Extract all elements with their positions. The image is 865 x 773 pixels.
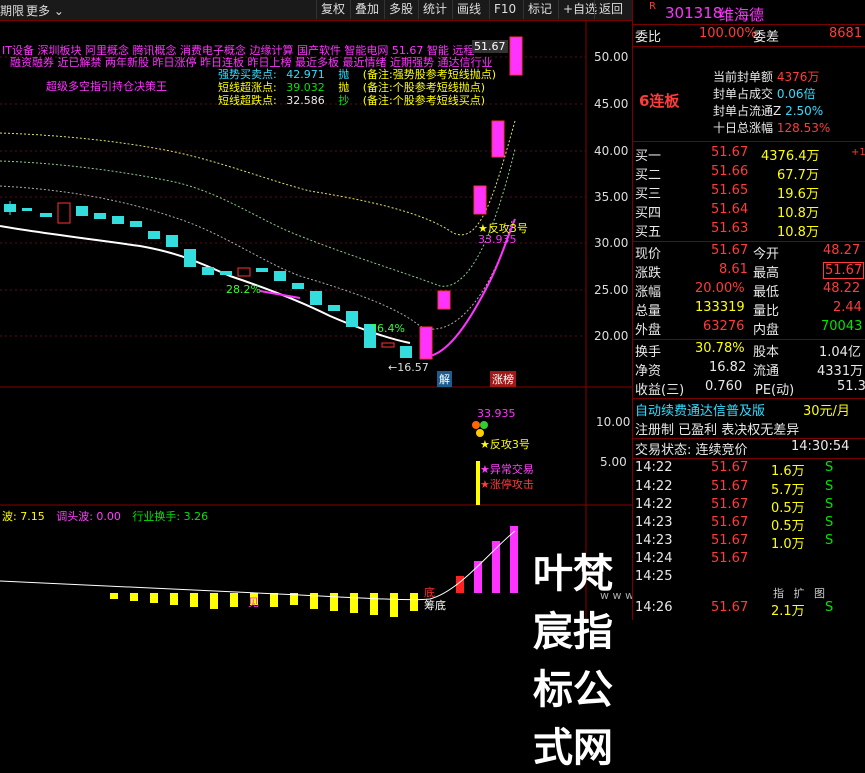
bid-row-3: 买三 51.65 19.6万 — [635, 183, 819, 202]
quote-panel: R 301318 维海德 委比 100.00% 委差 8681 6连板 当前封单… — [632, 0, 865, 620]
seal-info-2: 封单占成交 0.06倍 — [713, 87, 816, 101]
indicator-row-oversold: 短线超跌点: 32.586 抄 (备注:个股参考短线买点) — [218, 94, 486, 107]
seal-info-3: 封单占流通Z 2.50% — [713, 104, 824, 118]
toolbar-button-duogu[interactable]: 多股 — [384, 0, 417, 19]
promo-row[interactable]: 自动续费通达信普及版 30元/月 — [633, 400, 865, 419]
kline-chart-svg — [0, 21, 632, 620]
stat-row-3: 涨幅 20.00% 最低 48.22 — [635, 281, 861, 300]
low-price-mark: ←16.57 — [388, 361, 429, 374]
y-tick: 30.00 — [594, 236, 629, 250]
stock-name: 维海德 — [719, 6, 765, 24]
y-tick: 25.00 — [594, 283, 629, 297]
bid-row-5: 买五 51.63 10.8万 — [635, 221, 819, 240]
histogram-bars — [110, 526, 518, 617]
pct-label-2: 36.4% — [370, 322, 405, 335]
trade-tick-row: 14:23 51.67 1.0万 S — [635, 533, 834, 552]
stat-row-2: 涨跌 8.61 最高 51.67 — [635, 262, 865, 281]
toolbar-left-item[interactable]: 期限 — [0, 2, 24, 19]
stock-header: R 301318 维海德 — [633, 1, 865, 24]
trade-tick-row: 14:25 — [635, 569, 673, 584]
toolbar-button-fanhui[interactable]: 返回 — [594, 0, 627, 19]
y-tick: 45.00 — [594, 97, 629, 111]
bottom-tabs: 指 扩 图 — [773, 585, 825, 601]
y-tick: 35.00 — [594, 190, 629, 204]
bid-row-1: 买一 51.67 4376.4万 +1 — [635, 145, 865, 164]
sub1-label-abnormal: ★异常交易 — [480, 463, 534, 476]
trade-tick-row: 14:22 51.67 1.6万 S — [635, 460, 834, 479]
pct-label-1: 28.2% — [226, 283, 261, 296]
zhangbang-badge: 涨榜 — [490, 371, 516, 387]
kline-chart-area[interactable]: IT设备 深圳板块 阿里概念 腾讯概念 消费电子概念 边缘计算 国产软件 智能电… — [0, 21, 771, 771]
sub1-value: 33.935 — [477, 407, 516, 420]
seal-info-1: 当前封单额 4376万 — [713, 70, 820, 84]
sub1-label-fangong: ★反攻3号 — [480, 438, 530, 451]
current-price-tag: 51.67 — [472, 40, 508, 53]
star-icon: ★ — [480, 478, 490, 491]
upper-band-line — [0, 120, 516, 236]
y-tick: 40.00 — [594, 144, 629, 158]
toolbar-button-huaxian[interactable]: 画线 — [452, 0, 485, 19]
weibi-row: 委比 100.00% 委差 8681 — [635, 26, 863, 45]
stat-row-5: 外盘 63276 内盘 70043 — [635, 319, 863, 338]
tab-tu[interactable]: 图 — [814, 587, 825, 600]
tab-kuo[interactable]: 扩 — [794, 587, 805, 600]
trade-tick-row: 14:26 51.67 2.1万 S — [635, 600, 834, 619]
signal-dot — [480, 421, 488, 429]
stock-tag: R — [649, 1, 656, 12]
watermark-text: 叶梵宸指标公式网 — [533, 551, 613, 771]
toolbar-button-f10[interactable]: F10 — [489, 0, 520, 19]
trade-tick-row: 14:22 51.67 5.7万 S — [635, 479, 834, 498]
board-count: 6连板 — [639, 92, 680, 110]
y-tick: 20.00 — [594, 329, 629, 343]
toolbar-button-tongji[interactable]: 统计 — [418, 0, 451, 19]
stat2-row-3: 收益(三) 0.760 PE(动) 51.3 — [635, 379, 865, 398]
trade-tick-row: 14:24 51.67 — [635, 551, 749, 566]
wave-line — [0, 530, 516, 601]
stock-code: 301318 — [665, 4, 723, 22]
bid-row-4: 买四 51.64 10.8万 — [635, 202, 819, 221]
chevron-down-icon: ⌄ — [53, 4, 64, 18]
toolbar-button-diejia[interactable]: 叠加 — [350, 0, 383, 19]
sub2-label-left: 见 — [248, 596, 259, 609]
toolbar-more-menu[interactable]: 更多 ⌄ — [26, 2, 64, 19]
star-icon: ★ — [480, 438, 490, 451]
sub2-header: 波: 7.15 调头波: 0.00 行业换手: 3.26 — [2, 510, 209, 523]
indicator-name: 超级多空指引持仓决策王 — [46, 80, 167, 93]
tab-zhi[interactable]: 指 — [773, 587, 784, 600]
sub1-y-tick: 5.00 — [600, 455, 627, 469]
trade-status-row: 交易状态: 连续竞价 14:30:54 — [635, 439, 850, 458]
bid-row-2: 买二 51.66 67.7万 — [635, 164, 819, 183]
stat2-row-1: 换手 30.78% 股本 1.04亿 — [635, 341, 861, 360]
star-icon: ★ — [480, 463, 490, 476]
stat-row-1: 现价 51.67 今开 48.27 — [635, 243, 861, 262]
seal-info-4: 十日总涨幅 128.53% — [713, 121, 831, 135]
fangong-value: 33.935 — [478, 233, 517, 246]
stat-row-4: 总量 133319 量比 2.44 — [635, 300, 862, 319]
stat2-row-2: 净资 16.82 流通 4331万 — [635, 360, 864, 379]
trade-tick-row: 14:23 51.67 0.5万 S — [635, 515, 834, 534]
trade-tick-row: 14:22 51.67 0.5万 S — [635, 497, 834, 516]
ma-line-magenta-segment — [259, 290, 301, 299]
y-tick: 50.00 — [594, 50, 629, 64]
sub2-label-bottom2: 筹底 — [424, 599, 446, 612]
sub1-y-tick: 10.00 — [596, 415, 631, 429]
toolbar-button-biaoji[interactable]: 标记 — [523, 0, 556, 19]
jiejin-badge: 解 — [437, 371, 452, 387]
middle-band-line — [0, 148, 516, 287]
toolbar-button-fuquan[interactable]: 复权 — [316, 0, 349, 19]
register-row: 注册制 已盈利 表决权无差异 — [635, 423, 800, 438]
sub1-label-limitup: ★涨停攻击 — [480, 478, 534, 491]
signal-dot — [472, 421, 480, 429]
chart-toolbar: 期限 更多 ⌄ 复权 叠加 多股 统计 画线 F10 标记 +自选 返回 — [0, 0, 632, 21]
